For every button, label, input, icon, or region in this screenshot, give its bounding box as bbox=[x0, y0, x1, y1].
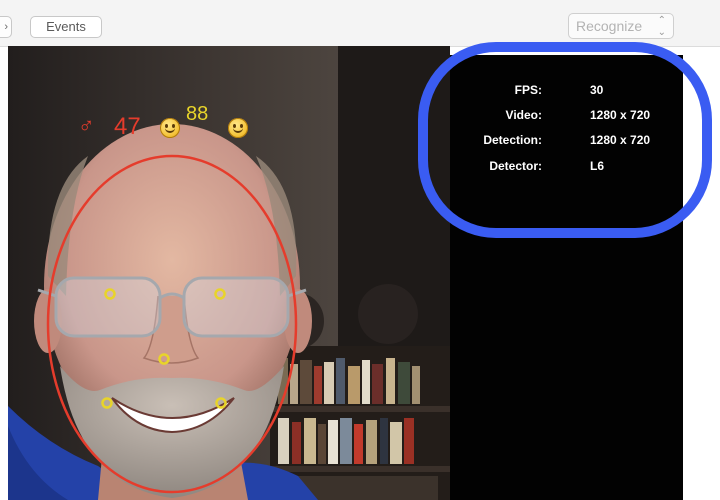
age-estimate: 47 bbox=[114, 113, 141, 140]
smiley-icon bbox=[160, 118, 180, 138]
stat-row-detector: Detector: L6 bbox=[450, 157, 683, 175]
detector-mode-value: Recognize bbox=[576, 18, 643, 34]
toolbar: › Events Recognize ⌃ ⌄ bbox=[0, 0, 720, 47]
smiley-icon bbox=[228, 118, 248, 138]
camera-frame-image bbox=[8, 46, 450, 500]
stat-label: Video: bbox=[505, 108, 542, 122]
camera-view bbox=[8, 46, 450, 500]
stat-value: 1280 x 720 bbox=[590, 108, 651, 122]
stat-value: 1280 x 720 bbox=[590, 133, 651, 147]
app-window: › Events Recognize ⌃ ⌄ ♂ 47 88 FPS: 30 V… bbox=[0, 0, 720, 500]
events-button[interactable]: Events bbox=[30, 16, 102, 38]
stat-label: FPS: bbox=[514, 83, 542, 97]
up-down-chevron-icon: ⌃ ⌄ bbox=[657, 15, 666, 38]
lamp-shade bbox=[358, 284, 418, 344]
chevron-icon[interactable]: › bbox=[0, 16, 12, 38]
stat-row-detection: Detection: 1280 x 720 bbox=[450, 131, 683, 149]
stat-label: Detector: bbox=[489, 159, 542, 173]
smile-score: 88 bbox=[186, 103, 209, 125]
detector-mode-select[interactable]: Recognize ⌃ ⌄ bbox=[568, 13, 674, 39]
stat-value: 30 bbox=[590, 83, 604, 97]
stat-label: Detection: bbox=[483, 133, 542, 147]
gender-male-icon: ♂ bbox=[78, 113, 95, 138]
stat-row-fps: FPS: 30 bbox=[450, 81, 683, 99]
stat-value: L6 bbox=[590, 159, 605, 173]
stats-panel: FPS: 30 Video: 1280 x 720 Detection: 128… bbox=[450, 55, 683, 500]
stat-row-video: Video: 1280 x 720 bbox=[450, 106, 683, 124]
